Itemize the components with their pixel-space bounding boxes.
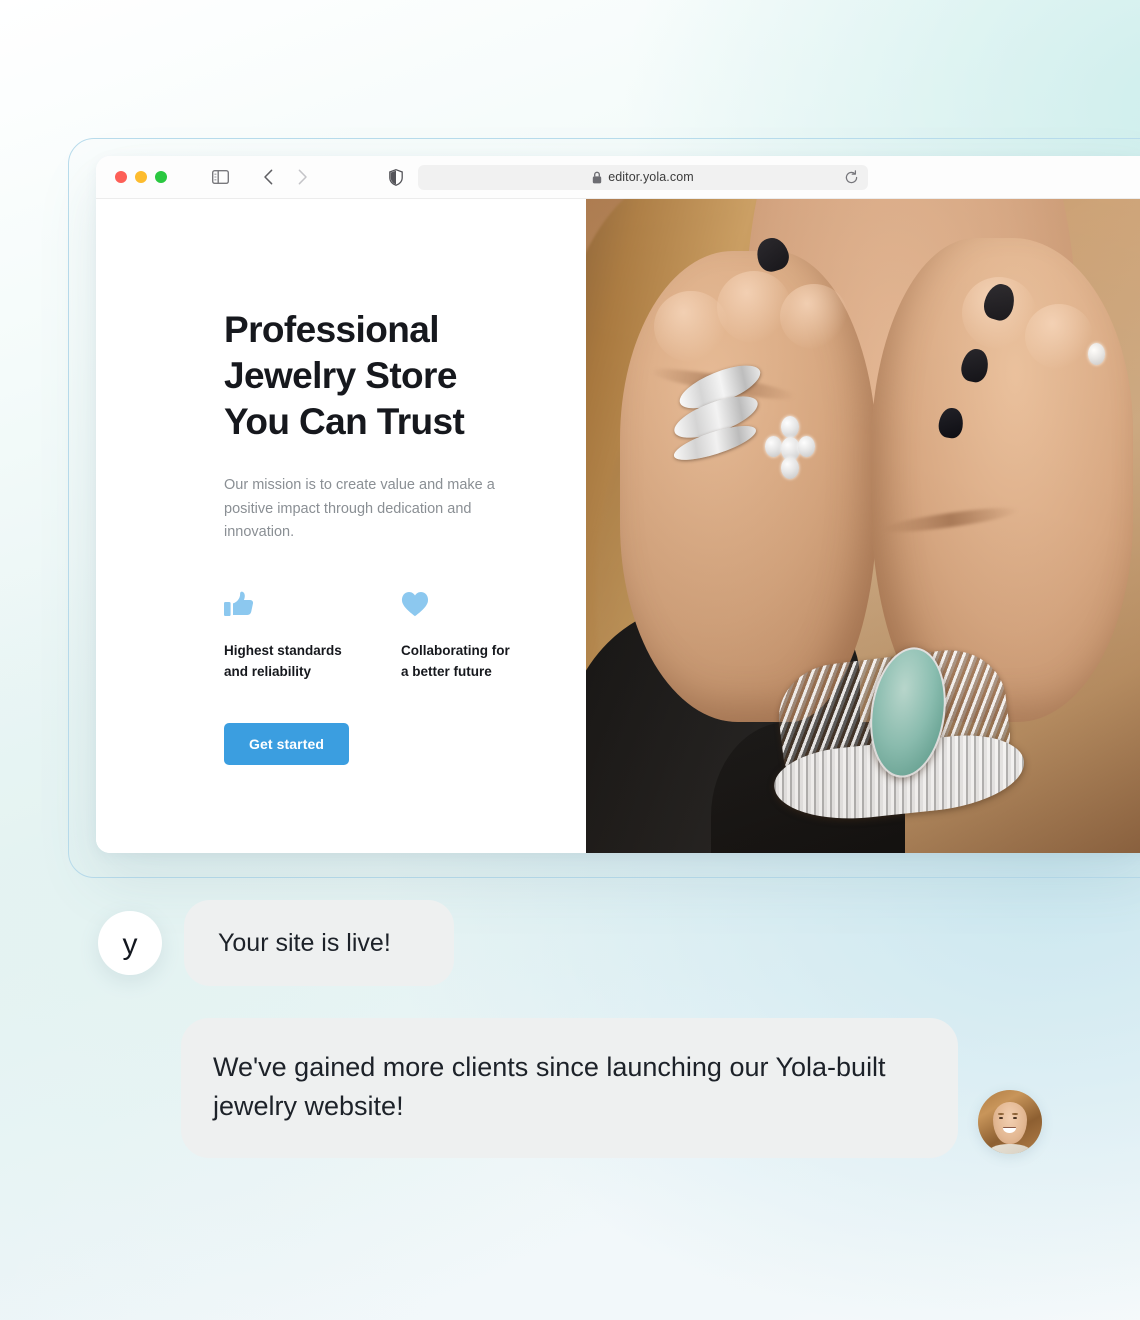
photo-knuckle [779, 284, 849, 350]
hero-title: Professional Jewelry Store You Can Trust [224, 309, 465, 442]
shield-icon [389, 168, 403, 186]
photo-ring-gem [780, 456, 800, 479]
privacy-report-button[interactable] [384, 165, 408, 189]
hero-text-column: Professional Jewelry Store You Can Trust… [96, 199, 586, 853]
reload-button[interactable] [843, 169, 859, 185]
feature-item: Collaborating for a better future [401, 591, 536, 683]
forward-button[interactable] [287, 164, 317, 190]
chevron-right-icon [298, 169, 307, 185]
address-content: editor.yola.com [592, 170, 694, 184]
window-controls [115, 171, 167, 183]
page-root: editor.yola.com Professional Jewelry Sto… [0, 0, 1140, 1320]
lock-icon [593, 171, 602, 183]
chat-bubble-yola: Your site is live! [184, 900, 454, 986]
feature-label: Collaborating for a better future [401, 643, 510, 680]
customer-avatar-alt: Smiling woman portrait [978, 1090, 979, 1091]
photo-knuckle [717, 270, 792, 343]
sidebar-icon [211, 170, 229, 184]
get-started-button[interactable]: Get started [224, 723, 350, 766]
chevron-left-icon [263, 169, 272, 185]
close-button[interactable] [115, 171, 127, 183]
feature-label: Highest standards and reliability [224, 643, 342, 680]
photo-ring-gem [764, 435, 783, 457]
photo-ring-gem [1087, 342, 1105, 366]
hero-image: Woman wearing diamond rings and a turquo… [586, 199, 1140, 853]
minimize-button[interactable] [135, 171, 147, 183]
hero-subtitle: Our mission is to create value and make … [224, 476, 495, 541]
yola-brand-avatar: y [98, 911, 162, 975]
url-text: editor.yola.com [608, 170, 694, 184]
browser-window: editor.yola.com Professional Jewelry Sto… [96, 156, 1140, 853]
avatar-brow [997, 1113, 1005, 1115]
address-area: editor.yola.com [384, 164, 868, 190]
reload-icon [845, 169, 857, 183]
navigation-controls [205, 164, 317, 190]
hero-features: Highest standards and reliability Collab… [224, 591, 586, 683]
avatar-brow [1011, 1113, 1019, 1115]
website-preview: Professional Jewelry Store You Can Trust… [96, 199, 1140, 853]
back-button[interactable] [253, 164, 283, 190]
sidebar-toggle-button[interactable] [205, 164, 235, 190]
maximize-button[interactable] [155, 171, 167, 183]
thumbs-up-icon [224, 591, 359, 621]
photo-ring-gem [798, 435, 816, 457]
address-bar[interactable]: editor.yola.com [418, 164, 868, 190]
chat-message-row: y Your site is live! [98, 900, 454, 986]
heart-icon [401, 591, 536, 621]
browser-toolbar: editor.yola.com [96, 156, 1140, 199]
feature-item: Highest standards and reliability [224, 591, 359, 683]
yola-logo-letter: y [122, 928, 138, 961]
chat-bubble-customer: We've gained more clients since launchin… [181, 1018, 958, 1159]
chat-message-row: We've gained more clients since launchin… [181, 1018, 1042, 1159]
customer-avatar: Smiling woman portrait [978, 1090, 1042, 1155]
photo-knuckle [1024, 303, 1094, 370]
